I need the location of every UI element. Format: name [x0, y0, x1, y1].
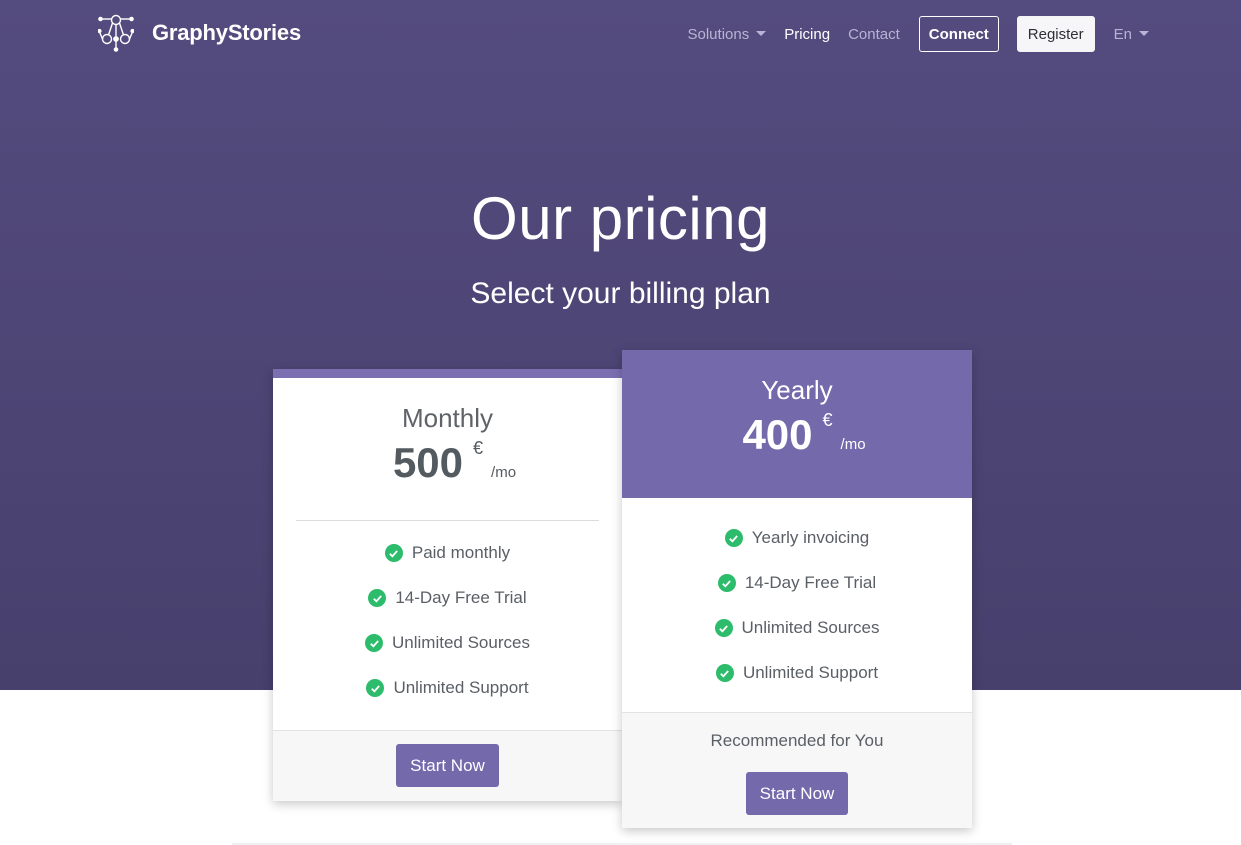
nav-pricing-link[interactable]: Pricing	[784, 26, 830, 43]
plan-card-monthly: Monthly 500 € /mo Paid monthly 14-Day Fr…	[273, 369, 622, 801]
price-unit: /mo	[840, 436, 866, 453]
check-circle-icon	[714, 619, 733, 637]
price-currency: €	[473, 438, 484, 458]
register-button[interactable]: Register	[1016, 16, 1095, 52]
nav-links: Solutions Pricing Contact Connect Regist…	[670, 16, 1149, 52]
language-label: En	[1113, 25, 1132, 43]
list-item: Unlimited Sources	[622, 618, 972, 663]
price-currency: €	[822, 410, 833, 430]
list-item: Unlimited Support	[622, 663, 972, 708]
list-item: 14-Day Free Trial	[622, 573, 972, 618]
feature-label: Paid monthly	[411, 543, 511, 562]
feature-list: Yearly invoicing 14-Day Free Trial Unlim…	[622, 498, 972, 708]
plan-name: Monthly	[401, 403, 494, 433]
check-circle-icon	[365, 634, 384, 652]
check-circle-icon	[368, 589, 387, 607]
price: 400 € /mo	[636, 410, 972, 458]
chevron-down-icon	[1139, 30, 1149, 36]
price-amount: 500	[392, 439, 464, 486]
feature-label: Unlimited Support	[742, 663, 879, 682]
plan-header: Monthly 500 € /mo	[273, 378, 622, 520]
feature-label: 14-Day Free Trial	[395, 588, 527, 607]
connect-button[interactable]: Connect	[918, 16, 999, 52]
start-now-button-monthly[interactable]: Start Now	[396, 744, 499, 787]
language-dropdown[interactable]: En	[1114, 26, 1149, 43]
plan-name: Yearly	[761, 375, 833, 405]
list-item: Yearly invoicing	[622, 528, 972, 573]
price-unit: /mo	[491, 464, 517, 481]
chevron-down-icon	[756, 30, 767, 36]
nav-solutions-label: Solutions	[687, 25, 750, 43]
feature-label: Unlimited Sources	[392, 633, 530, 652]
feature-label: Yearly invoicing	[751, 528, 870, 547]
top-navbar: GraphyStories Solutions Pricing Contact …	[0, 0, 1241, 66]
feature-label: 14-Day Free Trial	[744, 573, 877, 592]
start-now-button-yearly[interactable]: Start Now	[745, 772, 849, 815]
check-circle-icon	[717, 574, 736, 592]
nav-solutions-dropdown[interactable]: Solutions	[688, 26, 767, 43]
list-item: Unlimited Support	[273, 678, 622, 723]
feature-list: Paid monthly 14-Day Free Trial Unlimited…	[273, 521, 622, 723]
list-item: Paid monthly	[273, 543, 622, 588]
plan-header: Yearly 400 € /mo	[622, 350, 972, 498]
plan-card-yearly: Yearly 400 € /mo Yearly invoicing 14-Day…	[622, 350, 972, 828]
card-footer: Start Now	[273, 730, 622, 801]
graph-network-icon	[98, 14, 134, 52]
check-circle-icon	[724, 529, 743, 547]
check-circle-icon	[384, 544, 403, 562]
page-subtitle: Select your billing plan	[470, 277, 771, 310]
recommendation-note: Recommended for You	[710, 731, 884, 750]
card-footer: Recommended for You Start Now	[622, 712, 972, 828]
brand-link[interactable]: GraphyStories	[98, 14, 301, 52]
brand-name: GraphyStories	[152, 20, 302, 45]
list-item: 14-Day Free Trial	[273, 588, 622, 633]
list-item: Unlimited Sources	[273, 633, 622, 678]
check-circle-icon	[366, 679, 385, 697]
feature-label: Unlimited Support	[393, 678, 529, 697]
page-title: Our pricing	[471, 185, 770, 252]
price-amount: 400	[742, 411, 813, 458]
check-circle-icon	[715, 664, 734, 682]
feature-label: Unlimited Sources	[741, 618, 880, 637]
nav-contact-link[interactable]: Contact	[848, 26, 900, 43]
price: 500 € /mo	[287, 438, 622, 486]
